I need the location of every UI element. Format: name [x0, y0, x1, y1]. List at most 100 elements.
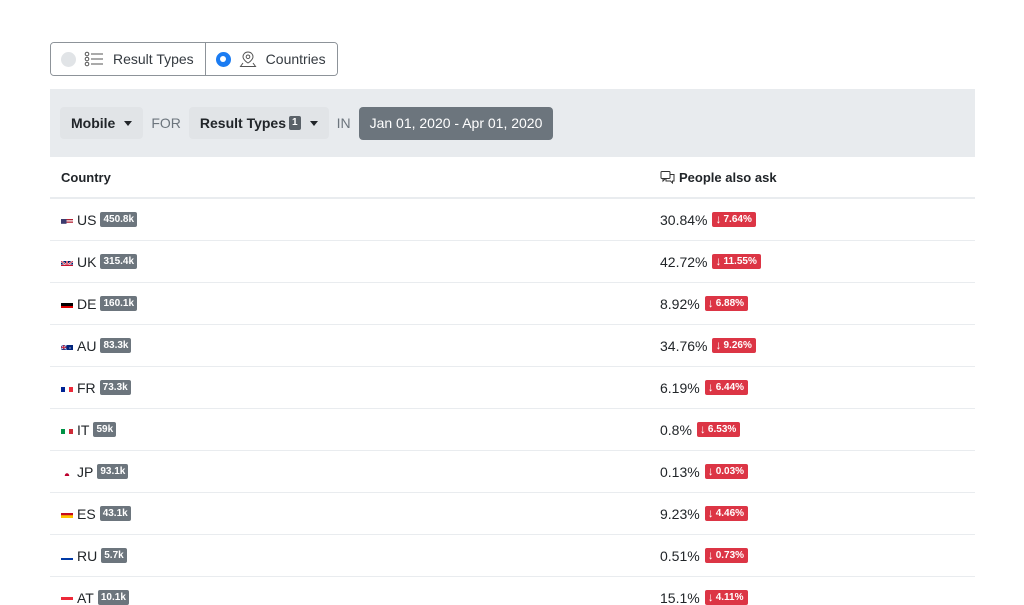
result-types-dropdown[interactable]: Result Types 1 [188, 107, 329, 139]
country-cell: US 450.8k [50, 212, 660, 228]
people-also-ask-percent: 0.8% [660, 421, 692, 438]
search-volume-badge: 5.7k [101, 548, 127, 563]
change-value: 9.26% [723, 340, 752, 351]
table-row[interactable]: UK 315.4k 42.72% ↓ 11.55% [50, 241, 975, 283]
people-also-ask-cell: 34.76% ↓ 9.26% [660, 338, 975, 354]
change-value: 4.46% [715, 508, 745, 519]
column-header-country[interactable]: Country [50, 170, 660, 185]
table-row[interactable]: AT 10.1k 15.1% ↓ 4.11% [50, 577, 975, 605]
change-badge: ↓ 6.53% [696, 422, 741, 437]
change-badge: ↓ 0.73% [704, 548, 749, 563]
uk-flag-icon [61, 257, 73, 266]
people-also-ask-percent: 30.84% [660, 211, 708, 228]
people-also-ask-percent: 8.92% [660, 295, 700, 312]
result-types-toggle[interactable]: Result Types [51, 43, 205, 75]
table-body: US 450.8k 30.84% ↓ 7.64% UK 315.4k 42.72% ↓ 11.55… [50, 199, 975, 605]
change-badge: ↓ 7.64% [712, 212, 756, 227]
table-row[interactable]: FR 73.3k 6.19% ↓ 6.44% [50, 367, 975, 409]
caret-down-icon [124, 120, 133, 126]
people-also-ask-cell: 6.19% ↓ 6.44% [660, 380, 975, 396]
change-value: 11.55% [723, 256, 757, 267]
column-header-people-also-ask[interactable]: People also ask [660, 170, 975, 185]
search-volume-badge: 83.3k [100, 338, 132, 353]
table-row[interactable]: DE 160.1k 8.92% ↓ 6.88% [50, 283, 975, 325]
people-also-ask-cell: 42.72% ↓ 11.55% [660, 254, 975, 270]
table-header: Country People also ask [50, 157, 975, 199]
device-dropdown-label: Mobile [71, 115, 116, 131]
countries-toggle-label: Countries [265, 51, 326, 67]
radio-selected-icon [215, 51, 231, 67]
change-value: 0.03% [715, 466, 745, 477]
country-code: AT [77, 589, 94, 605]
country-code: ES [77, 505, 96, 522]
country-cell: AU 83.3k [50, 338, 660, 354]
radio-unselected-icon [61, 51, 76, 67]
it-flag-icon [61, 425, 73, 434]
country-code: UK [77, 253, 97, 270]
search-volume-badge: 10.1k [97, 590, 129, 605]
result-types-toggle-label: Result Types [113, 51, 194, 67]
table-row[interactable]: ES 43.1k 9.23% ↓ 4.46% [50, 493, 975, 535]
arrow-down-icon: ↓ [699, 422, 706, 436]
country-code: DE [77, 295, 97, 312]
people-also-ask-icon [660, 170, 675, 184]
search-volume-badge: 73.3k [99, 380, 131, 395]
change-badge: ↓ 6.88% [704, 296, 749, 311]
country-code: AU [77, 337, 97, 354]
search-volume-badge: 450.8k [100, 212, 138, 227]
people-also-ask-cell: 30.84% ↓ 7.64% [660, 212, 975, 228]
for-label: FOR [151, 115, 181, 131]
country-cell: DE 160.1k [50, 296, 660, 312]
table-row[interactable]: AU 83.3k 34.76% ↓ 9.26% [50, 325, 975, 367]
arrow-down-icon: ↓ [707, 548, 714, 562]
country-cell: ES 43.1k [50, 506, 660, 522]
country-cell: RU 5.7k [50, 548, 660, 564]
search-volume-badge: 43.1k [99, 506, 131, 521]
change-value: 7.64% [723, 214, 752, 225]
countries-toggle[interactable]: Countries [204, 43, 337, 75]
search-volume-badge: 315.4k [100, 254, 138, 269]
result-types-count-badge: 1 [289, 116, 301, 130]
people-also-ask-percent: 42.72% [660, 253, 708, 270]
country-code: FR [77, 379, 96, 396]
device-dropdown[interactable]: Mobile [60, 107, 144, 139]
jp-flag-icon [61, 467, 73, 476]
ru-flag-icon [61, 551, 73, 560]
change-badge: ↓ 0.03% [704, 464, 749, 479]
at-flag-icon [61, 593, 73, 602]
fr-flag-icon [61, 383, 73, 392]
table-row[interactable]: RU 5.7k 0.51% ↓ 0.73% [50, 535, 975, 577]
in-label: IN [336, 115, 351, 131]
arrow-down-icon: ↓ [707, 506, 714, 520]
arrow-down-icon: ↓ [715, 212, 722, 226]
table-row[interactable]: US 450.8k 30.84% ↓ 7.64% [50, 199, 975, 241]
arrow-down-icon: ↓ [707, 464, 714, 478]
change-value: 6.88% [715, 298, 745, 309]
countries-table: Country People also ask US 450.8k 30.84% ↓ 7… [50, 157, 975, 605]
country-cell: AT 10.1k [50, 590, 660, 605]
change-badge: ↓ 4.46% [704, 506, 749, 521]
us-flag-icon [61, 215, 73, 224]
people-also-ask-cell: 0.51% ↓ 0.73% [660, 548, 975, 564]
list-icon [84, 51, 104, 67]
people-also-ask-percent: 15.1% [660, 589, 700, 605]
arrow-down-icon: ↓ [715, 254, 722, 268]
change-value: 6.53% [707, 424, 737, 435]
people-also-ask-percent: 0.51% [660, 547, 700, 564]
search-volume-badge: 59k [93, 422, 117, 437]
de-flag-icon [61, 299, 73, 308]
people-also-ask-percent: 0.13% [660, 463, 700, 480]
table-row[interactable]: IT 59k 0.8% ↓ 6.53% [50, 409, 975, 451]
country-code: IT [77, 421, 90, 438]
au-flag-icon [61, 341, 73, 350]
table-row[interactable]: JP 93.1k 0.13% ↓ 0.03% [50, 451, 975, 493]
arrow-down-icon: ↓ [707, 296, 714, 310]
change-badge: ↓ 4.11% [704, 590, 748, 605]
caret-down-icon [309, 120, 318, 126]
arrow-down-icon: ↓ [707, 590, 714, 604]
location-pin-icon [239, 50, 257, 68]
es-flag-icon [61, 509, 73, 518]
date-range-picker[interactable]: Jan 01, 2020 - Apr 01, 2020 [358, 106, 554, 140]
view-toggle: Result Types Countries [50, 42, 338, 76]
country-cell: UK 315.4k [50, 254, 660, 270]
